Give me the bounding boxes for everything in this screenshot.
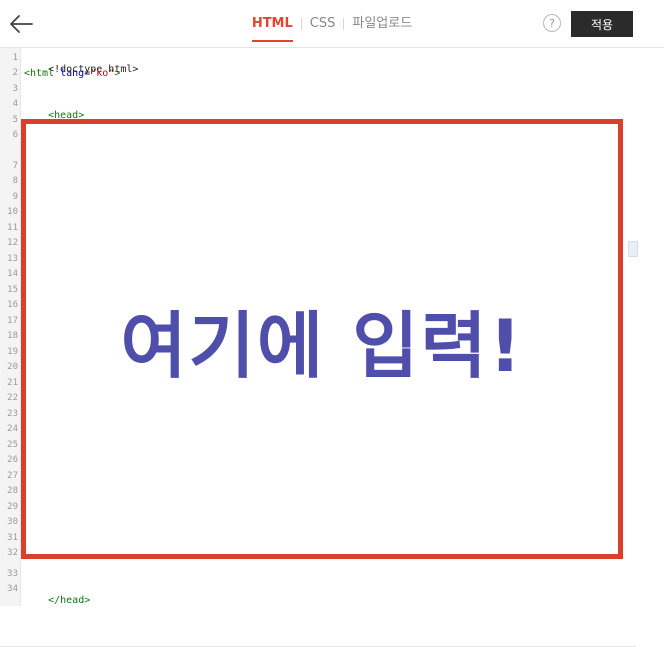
- line-number: 16: [7, 300, 18, 310]
- line-number: 29: [7, 502, 18, 512]
- callout-text: 여기에 입력!: [120, 303, 524, 388]
- line-number: 6: [12, 130, 18, 140]
- code-tag: <html: [24, 68, 61, 79]
- line-number: 28: [7, 486, 18, 496]
- line-number: 20: [7, 362, 18, 372]
- line-number: 31: [7, 533, 18, 543]
- line-number: 32: [7, 548, 18, 558]
- line-number: 8: [12, 176, 18, 186]
- line-number: 12: [7, 238, 18, 248]
- line-number: 19: [7, 347, 18, 357]
- line-number: 18: [7, 331, 18, 341]
- line-number: 21: [7, 378, 18, 388]
- top-toolbar: HTML CSS 파일업로드 ? 적용: [0, 0, 664, 48]
- code-attr: lang: [60, 68, 85, 79]
- scroll-marker: [628, 241, 638, 257]
- line-number: 2: [12, 68, 18, 78]
- tab-html[interactable]: HTML: [244, 14, 301, 42]
- apply-button[interactable]: 적용: [571, 11, 633, 37]
- line-number: 9: [12, 192, 18, 202]
- tab-file-upload[interactable]: 파일업로드: [344, 14, 420, 34]
- help-icon[interactable]: ?: [543, 14, 561, 32]
- line-number: 34: [7, 584, 18, 594]
- line-number: 5: [12, 115, 18, 125]
- code-line-34[interactable]: </head>: [24, 584, 90, 617]
- code-tag: >: [114, 68, 121, 79]
- line-number: 26: [7, 455, 18, 465]
- line-number: 23: [7, 409, 18, 419]
- code-text: </head>: [48, 595, 91, 606]
- line-number: 24: [7, 424, 18, 434]
- line-number: 10: [7, 207, 18, 217]
- code-line-2[interactable]: <html lang="ko">: [24, 68, 120, 79]
- code-string: "ko": [90, 68, 115, 79]
- line-number: 27: [7, 471, 18, 481]
- line-number: 14: [7, 269, 18, 279]
- line-number: 15: [7, 285, 18, 295]
- line-number: 11: [7, 223, 18, 233]
- line-number: 4: [12, 99, 18, 109]
- line-number: 13: [7, 254, 18, 264]
- line-number: 33: [7, 569, 18, 579]
- line-number: 25: [7, 440, 18, 450]
- tab-css[interactable]: CSS: [302, 14, 344, 34]
- line-number: 7: [12, 161, 18, 171]
- line-number: 30: [7, 517, 18, 527]
- editor-tabs: HTML CSS 파일업로드: [0, 0, 664, 47]
- line-number: 3: [12, 84, 18, 94]
- line-number: 22: [7, 393, 18, 403]
- line-number: 1: [12, 53, 18, 63]
- line-number: 17: [7, 316, 18, 326]
